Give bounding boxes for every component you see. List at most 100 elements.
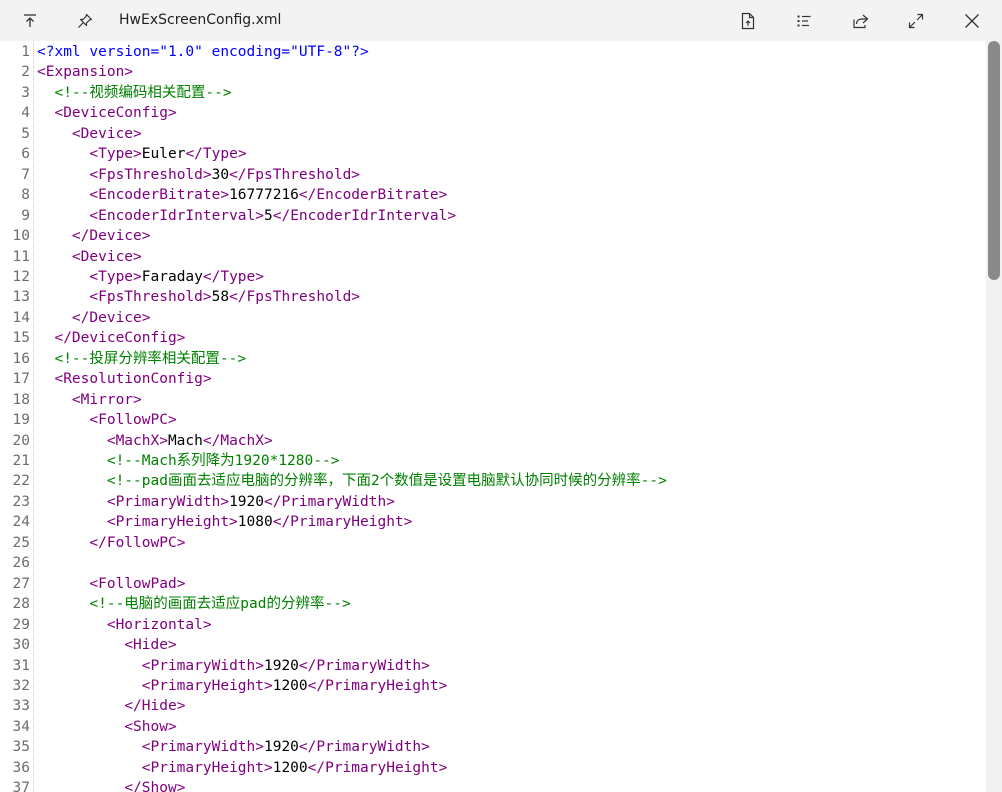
xml-text	[37, 351, 54, 367]
xml-text: 1920	[229, 493, 264, 510]
code-line: <!--电脑的画面去适应pad的分辨率-->	[37, 594, 351, 614]
line-number: 13	[12, 289, 30, 306]
code-line: <PrimaryWidth>1920</PrimaryWidth>	[37, 737, 430, 757]
share-icon	[852, 13, 869, 29]
new-file-button[interactable]	[730, 0, 766, 41]
code-line: <!--投屏分辨率相关配置-->	[37, 349, 246, 369]
xml-tag: <Horizontal>	[106, 616, 212, 633]
pin-top-button[interactable]	[12, 0, 48, 41]
xml-text	[37, 269, 89, 285]
line-number-gutter: 1 2 3 4 5 6 7 8 9 10 11 12 13 14 15 16 17 18 19 20 21 22 23 24 2…	[0, 41, 34, 792]
line-number: 32	[12, 677, 30, 694]
code-line: <DeviceConfig>	[37, 103, 177, 123]
xml-tag: <Type>	[89, 146, 142, 163]
xml-tag: <Show>	[124, 718, 177, 735]
xml-text	[37, 514, 107, 530]
line-number: 11	[12, 248, 30, 265]
code-line: <FpsThreshold>30</FpsThreshold>	[37, 165, 360, 185]
line-number: 34	[12, 718, 30, 735]
xml-text: 1920	[263, 739, 299, 756]
xml-text	[37, 208, 89, 224]
code-line: <Type>Faraday</Type>	[37, 267, 264, 287]
xml-text	[37, 453, 107, 469]
xml-text	[37, 780, 124, 792]
xml-tag: </EncoderBitrate>	[298, 187, 448, 204]
list-button[interactable]	[786, 0, 822, 41]
code-line: <EncoderBitrate>16777216</EncoderBitrate…	[37, 185, 447, 205]
code-line: <Hide>	[37, 635, 177, 655]
line-number: 31	[12, 657, 30, 674]
code-line: <EncoderIdrInterval>5</EncoderIdrInterva…	[37, 206, 456, 226]
xml-tag: <FollowPad>	[89, 575, 186, 592]
xml-text	[37, 658, 142, 674]
line-number: 21	[12, 453, 30, 469]
line-number: 1	[21, 44, 30, 60]
xml-text: 16777216	[229, 187, 299, 204]
xml-tag: <FpsThreshold>	[89, 289, 212, 306]
code-line: <Device>	[37, 247, 142, 267]
code-line: </FollowPC>	[37, 533, 185, 553]
xml-text	[37, 739, 142, 755]
pin-icon	[77, 13, 93, 29]
code-line: <FollowPad>	[37, 574, 185, 594]
line-number: 2	[21, 64, 30, 81]
xml-tag: <EncoderBitrate>	[89, 187, 230, 204]
title-bar: HwExScreenConfig.xml	[0, 0, 1002, 41]
line-number: 18	[12, 391, 30, 408]
code-line: <PrimaryWidth>1920</PrimaryWidth>	[37, 492, 395, 512]
xml-text	[37, 637, 124, 653]
xml-tag: <Hide>	[124, 637, 177, 654]
line-number: 25	[12, 534, 30, 551]
line-number: 14	[12, 309, 30, 326]
code-editor[interactable]: 1 2 3 4 5 6 7 8 9 10 11 12 13 14 15 16 17 18 19 20 21 22 23 24 2…	[0, 41, 986, 792]
xml-tag: <MachX>	[106, 432, 168, 449]
xml-text: 1200	[272, 677, 308, 694]
xml-text: Euler	[141, 146, 186, 163]
xml-comment: <!--电脑的画面去适应pad的分辨率-->	[89, 596, 351, 613]
xml-tag: </PrimaryHeight>	[307, 759, 448, 776]
line-number: 3	[21, 84, 30, 101]
code-line: <PrimaryHeight>1080</PrimaryHeight>	[37, 512, 413, 532]
xml-tag: <Device>	[71, 248, 142, 265]
pin-button[interactable]	[67, 0, 103, 41]
expand-button[interactable]	[898, 0, 934, 41]
code-line: </Hide>	[37, 696, 185, 716]
line-number: 7	[21, 166, 30, 183]
xml-tag: </FpsThreshold>	[229, 166, 361, 183]
xml-tag: </FpsThreshold>	[229, 289, 361, 306]
xml-tag: </Hide>	[124, 698, 186, 715]
line-number: 6	[21, 146, 30, 163]
code-line: <Device>	[37, 124, 142, 144]
xml-text	[37, 187, 89, 203]
xml-tag: <DeviceConfig>	[54, 105, 177, 122]
line-number: 9	[21, 207, 30, 224]
code-line: </Device>	[37, 308, 151, 328]
xml-text	[37, 289, 89, 305]
xml-comment: <!--投屏分辨率相关配置-->	[54, 350, 247, 367]
line-number: 5	[21, 125, 30, 142]
code-line: <FollowPC>	[37, 410, 177, 430]
close-button[interactable]	[954, 0, 990, 41]
code-line: <ResolutionConfig>	[37, 369, 212, 389]
code-line: <!--视频编码相关配置-->	[37, 83, 231, 103]
xml-text: 30	[211, 166, 230, 183]
xml-text	[37, 371, 54, 387]
new-file-icon	[740, 12, 756, 30]
code-line: <PrimaryHeight>1200</PrimaryHeight>	[37, 676, 448, 696]
xml-tag: </PrimaryHeight>	[307, 677, 448, 694]
code-line: <FpsThreshold>58</FpsThreshold>	[37, 287, 360, 307]
xml-tag: <FollowPC>	[89, 412, 177, 429]
line-number: 35	[12, 739, 30, 756]
xml-text	[37, 433, 107, 449]
xml-text	[37, 310, 72, 326]
xml-text	[37, 473, 107, 489]
xml-tag: <ResolutionConfig>	[54, 371, 212, 388]
xml-tag: </PrimaryWidth>	[263, 493, 395, 510]
xml-text	[37, 228, 72, 244]
window-title: HwExScreenConfig.xml	[119, 12, 282, 28]
scrollbar-thumb[interactable]	[988, 41, 1000, 280]
share-button[interactable]	[842, 0, 878, 41]
code-line: </DeviceConfig>	[37, 328, 185, 348]
xml-tag: </Device>	[71, 228, 151, 245]
xml-tag: <PrimaryWidth>	[141, 739, 264, 756]
